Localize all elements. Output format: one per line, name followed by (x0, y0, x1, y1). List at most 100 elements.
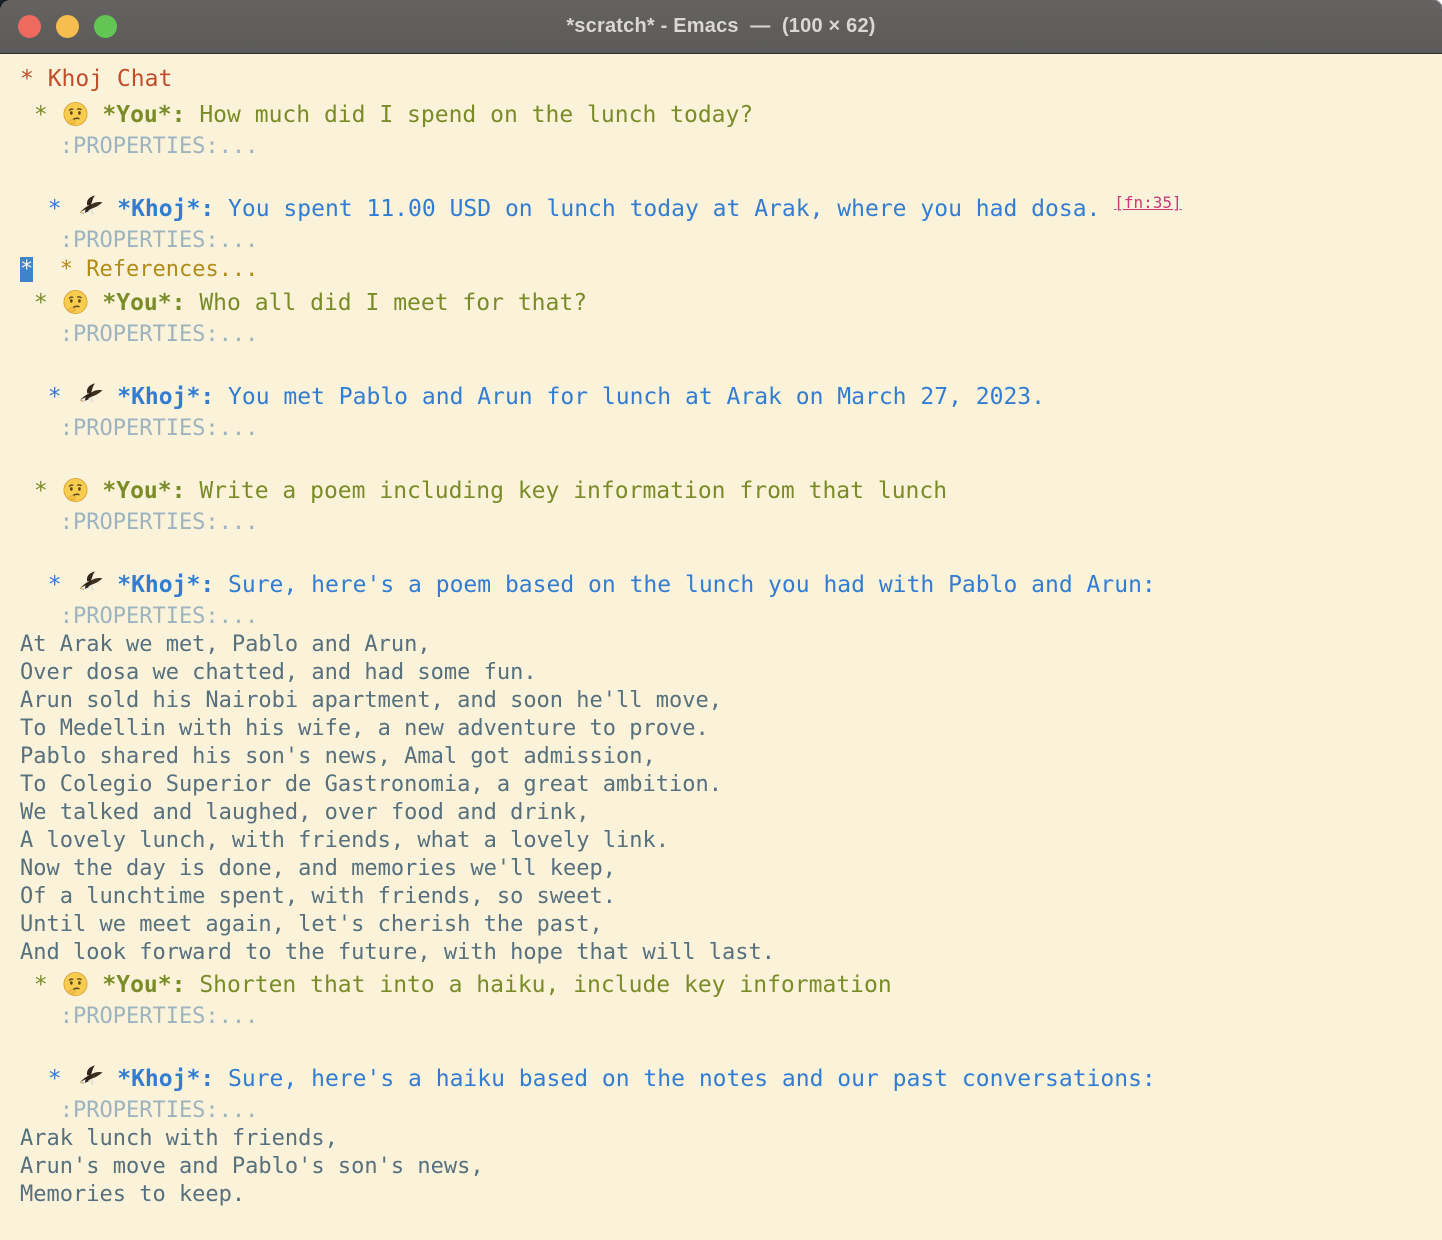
message-text-line[interactable]: Now the day is done, and memories we'll … (20, 855, 1442, 883)
text-cursor[interactable]: * (20, 257, 33, 282)
line-text: Pablo shared his son's news, Amal got ad… (20, 744, 656, 769)
line-text: :PROPERTIES:... (20, 416, 258, 441)
message-text: How much did I spend on the lunch today? (185, 102, 753, 128)
heading-stars: * (20, 290, 62, 316)
properties-drawer[interactable]: :PROPERTIES:... (20, 415, 1442, 443)
message-text-line[interactable]: At Arak we met, Pablo and Arun, (20, 631, 1442, 659)
emacs-window: *scratch* - Emacs — (100 × 62) * Khoj Ch… (0, 0, 1442, 1240)
line-text: * Khoj Chat (20, 66, 172, 92)
message-text: You met Pablo and Arun for lunch at Arak… (214, 384, 1045, 410)
khoj-heading[interactable]: * *Khoj*: You met Pablo and Arun for lun… (20, 379, 1442, 415)
eagle-emoji-icon (75, 1061, 103, 1097)
properties-drawer[interactable]: :PROPERTIES:... (20, 509, 1442, 537)
line-text: :PROPERTIES:... (20, 1004, 258, 1029)
blank-line (20, 1031, 1442, 1061)
window-title: *scratch* - Emacs — (100 × 62) (566, 15, 875, 38)
heading-stars: * (20, 972, 62, 998)
you-heading[interactable]: * *You*: Who all did I meet for that? (20, 285, 1442, 321)
heading-stars: * (20, 1066, 75, 1092)
line-text: Over dosa we chatted, and had some fun. (20, 660, 537, 685)
heading-stars: * (20, 478, 62, 504)
eagle-emoji-icon (75, 379, 103, 415)
message-text-line[interactable]: Arun's move and Pablo's son's news, (20, 1153, 1442, 1181)
message-text-line[interactable]: Of a lunchtime spent, with friends, so s… (20, 883, 1442, 911)
speaker-name: *Khoj*: (103, 1066, 214, 1092)
minimize-button[interactable] (56, 15, 79, 38)
message-text-line[interactable]: A lovely lunch, with friends, what a lov… (20, 827, 1442, 855)
indent-gap (33, 257, 60, 282)
thinking-face-emoji-icon (62, 285, 89, 321)
message-text-line[interactable]: Memories to keep. (20, 1181, 1442, 1209)
speaker-name: *You*: (89, 290, 186, 316)
message-text-line[interactable]: Over dosa we chatted, and had some fun. (20, 659, 1442, 687)
you-heading[interactable]: * *You*: How much did I spend on the lun… (20, 97, 1442, 133)
line-text: Arun sold his Nairobi apartment, and soo… (20, 688, 722, 713)
window-titlebar[interactable]: *scratch* - Emacs — (100 × 62) (0, 0, 1442, 54)
blank-line (20, 443, 1442, 473)
line-text: Arun's move and Pablo's son's news, (20, 1154, 484, 1179)
blank-line (20, 161, 1442, 191)
khoj-heading[interactable]: * *Khoj*: Sure, here's a haiku based on … (20, 1061, 1442, 1097)
heading-stars: * (20, 572, 75, 598)
line-text: Memories to keep. (20, 1182, 245, 1207)
properties-drawer[interactable]: :PROPERTIES:... (20, 133, 1442, 161)
line-text: :PROPERTIES:... (20, 322, 258, 347)
blank-line (20, 537, 1442, 567)
line-text: Of a lunchtime spent, with friends, so s… (20, 884, 616, 909)
message-text-line[interactable]: Pablo shared his son's news, Amal got ad… (20, 743, 1442, 771)
message-text-line[interactable]: We talked and laughed, over food and dri… (20, 799, 1442, 827)
properties-drawer[interactable]: :PROPERTIES:... (20, 321, 1442, 349)
speaker-name: *You*: (89, 102, 186, 128)
line-text: :PROPERTIES:... (20, 134, 258, 159)
message-text-line[interactable]: Arun sold his Nairobi apartment, and soo… (20, 687, 1442, 715)
message-text-line[interactable]: Arak lunch with friends, (20, 1125, 1442, 1153)
close-button[interactable] (18, 15, 41, 38)
footnote-link[interactable]: [fn:35] (1114, 193, 1181, 212)
line-text: :PROPERTIES:... (20, 1098, 258, 1123)
thinking-face-emoji-icon (62, 967, 89, 1003)
you-heading[interactable]: * *You*: Write a poem including key info… (20, 473, 1442, 509)
line-text: Arak lunch with friends, (20, 1126, 338, 1151)
message-text-line[interactable]: To Medellin with his wife, a new adventu… (20, 715, 1442, 743)
heading-stars: * (20, 384, 75, 410)
line-text: :PROPERTIES:... (20, 228, 258, 253)
line-text: Until we meet again, let's cherish the p… (20, 912, 603, 937)
line-text: Now the day is done, and memories we'll … (20, 856, 616, 881)
properties-drawer[interactable]: :PROPERTIES:... (20, 227, 1442, 255)
message-text-line[interactable]: To Colegio Superior de Gastronomia, a gr… (20, 771, 1442, 799)
khoj-heading[interactable]: * *Khoj*: Sure, here's a poem based on t… (20, 567, 1442, 603)
thinking-face-emoji-icon (62, 97, 89, 133)
speaker-name: *You*: (89, 972, 186, 998)
properties-drawer[interactable]: :PROPERTIES:... (20, 603, 1442, 631)
heading-stars: * (20, 102, 62, 128)
editor-buffer[interactable]: * Khoj Chat * *You*: How much did I spen… (0, 54, 1442, 1240)
properties-drawer[interactable]: :PROPERTIES:... (20, 1003, 1442, 1031)
message-text-line[interactable]: And look forward to the future, with hop… (20, 939, 1442, 967)
line-text: To Medellin with his wife, a new adventu… (20, 716, 709, 741)
eagle-emoji-icon (75, 191, 103, 227)
message-text: Sure, here's a poem based on the lunch y… (214, 572, 1156, 598)
thinking-face-emoji-icon (62, 473, 89, 509)
zoom-button[interactable] (94, 15, 117, 38)
message-text: Write a poem including key information f… (185, 478, 947, 504)
properties-drawer[interactable]: :PROPERTIES:... (20, 1097, 1442, 1125)
message-text-line[interactable]: Until we meet again, let's cherish the p… (20, 911, 1442, 939)
line-text: :PROPERTIES:... (20, 510, 258, 535)
speaker-name: *Khoj*: (103, 384, 214, 410)
line-text: To Colegio Superior de Gastronomia, a gr… (20, 772, 722, 797)
khoj-heading[interactable]: * *Khoj*: You spent 11.00 USD on lunch t… (20, 191, 1442, 227)
message-text: Sure, here's a haiku based on the notes … (214, 1066, 1156, 1092)
line-text: And look forward to the future, with hop… (20, 940, 775, 965)
message-text: Who all did I meet for that? (185, 290, 587, 316)
speaker-name: *Khoj*: (103, 572, 214, 598)
line-text: We talked and laughed, over food and dri… (20, 800, 590, 825)
chat-title-heading[interactable]: * Khoj Chat (20, 61, 1442, 97)
message-text: Shorten that into a haiku, include key i… (185, 972, 891, 998)
traffic-lights (18, 0, 117, 53)
heading-stars: * (20, 196, 75, 222)
speaker-name: *You*: (89, 478, 186, 504)
speaker-name: *Khoj*: (103, 196, 214, 222)
you-heading[interactable]: * *You*: Shorten that into a haiku, incl… (20, 967, 1442, 1003)
line-text: At Arak we met, Pablo and Arun, (20, 632, 431, 657)
references-heading[interactable]: * * References... (20, 255, 1442, 285)
